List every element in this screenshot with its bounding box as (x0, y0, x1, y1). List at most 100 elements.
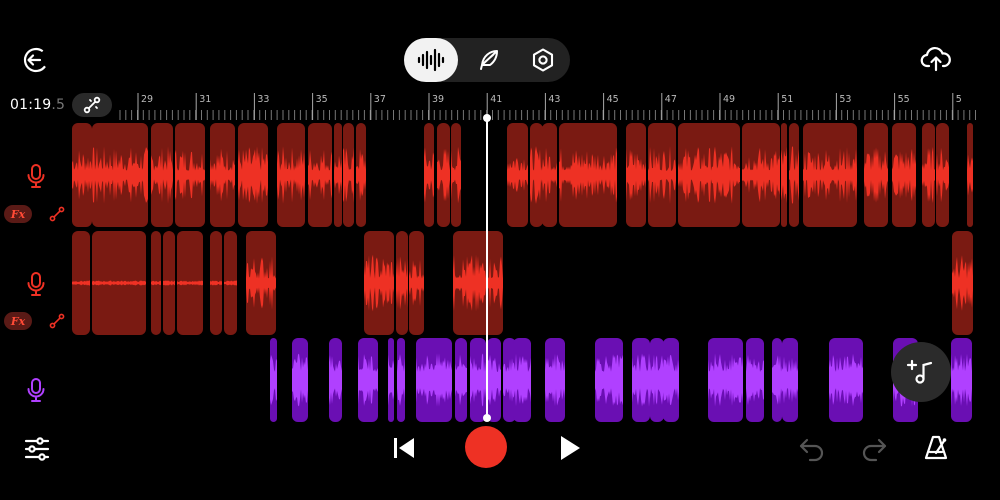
track-3-clip[interactable] (545, 338, 565, 422)
track-3-mic-button[interactable] (22, 376, 50, 404)
track-2-mic-button[interactable] (22, 270, 50, 298)
track-1-clip[interactable] (356, 123, 366, 227)
track-3-clip[interactable] (708, 338, 743, 422)
track-1-clip[interactable] (559, 123, 617, 227)
undo-button[interactable] (796, 434, 828, 464)
track-2-clip[interactable] (92, 231, 146, 335)
redo-button[interactable] (858, 434, 890, 464)
track-1-clip[interactable] (451, 123, 461, 227)
track-3-clip[interactable] (455, 338, 467, 422)
waveform-shape (364, 254, 394, 312)
track-2-fx-badge[interactable]: Fx (4, 312, 32, 330)
waveform (329, 355, 342, 405)
track-1-clip[interactable] (803, 123, 857, 227)
track-1-clip[interactable] (678, 123, 740, 227)
track-1-clip[interactable] (210, 123, 235, 227)
track-2-clip[interactable] (364, 231, 394, 335)
track-3-clip[interactable] (397, 338, 405, 422)
track-3-clip[interactable] (772, 338, 782, 422)
track-2-clip[interactable] (246, 231, 276, 335)
track-1-clip[interactable] (238, 123, 268, 227)
track-1-clip[interactable] (936, 123, 949, 227)
track-1-clip[interactable] (334, 123, 342, 227)
track-3-clip[interactable] (292, 338, 308, 422)
track-1-clip[interactable] (648, 123, 676, 227)
tab-waveform[interactable] (404, 38, 458, 82)
waveform (270, 354, 277, 406)
playhead-top-handle[interactable] (483, 114, 491, 122)
playhead[interactable] (483, 114, 491, 422)
track-3-clip[interactable] (746, 338, 764, 422)
skip-to-start-button[interactable] (388, 432, 420, 464)
add-music-button[interactable] (891, 342, 951, 402)
track-1-clip[interactable] (892, 123, 916, 227)
track-3-clip[interactable] (951, 338, 972, 422)
track-1-fx-badge[interactable]: Fx (4, 205, 32, 223)
track-2-link-button[interactable] (46, 310, 68, 332)
metronome-button[interactable] (920, 432, 952, 464)
track-1-clip[interactable] (507, 123, 528, 227)
cloud-upload-button[interactable] (918, 42, 954, 76)
tab-settings[interactable] (516, 38, 570, 82)
track-3-clip[interactable] (358, 338, 378, 422)
track-1-clip[interactable] (308, 123, 332, 227)
track-3-clip[interactable] (650, 338, 664, 422)
track-1-clip[interactable] (626, 123, 646, 227)
timeline-ruler[interactable]: 29 31 33 35 37 39 41 43 45 47 49 51 53 55 5 (118, 90, 978, 122)
track-1-clip[interactable] (277, 123, 305, 227)
track-1-clip[interactable] (789, 123, 799, 227)
record-button[interactable] (465, 426, 507, 468)
track-1-clip[interactable] (92, 123, 148, 227)
track-3-clip[interactable] (329, 338, 342, 422)
play-button[interactable] (554, 432, 586, 464)
track-2-clip[interactable] (210, 231, 222, 335)
waveform (397, 354, 405, 406)
track-1-link-button[interactable] (46, 203, 68, 225)
track-2-clip[interactable] (224, 231, 237, 335)
playhead-bottom-handle[interactable] (483, 414, 491, 422)
track-2-clip[interactable] (396, 231, 408, 335)
track-1-clip[interactable] (175, 123, 205, 227)
track-3-clip[interactable] (388, 338, 394, 422)
tab-feather[interactable] (462, 38, 516, 82)
track-1-clip[interactable] (542, 123, 557, 227)
waveform-shape (329, 355, 342, 405)
ruler-tick-label: 51 (781, 94, 794, 105)
add-music-note-icon (906, 359, 933, 384)
track-1-clip[interactable] (781, 123, 787, 227)
track-3-clip[interactable] (270, 338, 277, 422)
track-2-clip[interactable] (952, 231, 973, 335)
track-1-clip[interactable] (424, 123, 434, 227)
track-1-clip[interactable] (864, 123, 888, 227)
waveform-shape (356, 149, 366, 201)
link-toggle-button[interactable] (72, 93, 112, 117)
ruler-tick-label: 39 (432, 94, 445, 105)
track-3-clip[interactable] (782, 338, 798, 422)
track-3-clip[interactable] (595, 338, 623, 422)
track-1-clip[interactable] (72, 123, 92, 227)
track-1-mic-button[interactable] (22, 162, 50, 190)
track-1-clip[interactable] (151, 123, 173, 227)
track-3-clip[interactable] (829, 338, 863, 422)
track-3-clip[interactable] (470, 338, 486, 422)
track-3-clip[interactable] (416, 338, 452, 422)
track-1-clip[interactable] (437, 123, 450, 227)
mixer-settings-button[interactable] (20, 432, 54, 466)
ruler-tick-label: 43 (548, 94, 561, 105)
track-3-clip[interactable] (663, 338, 679, 422)
track-1-clip[interactable] (343, 123, 354, 227)
track-3-clip[interactable] (513, 338, 531, 422)
track-2-clip[interactable] (151, 231, 161, 335)
track-3-clip[interactable] (632, 338, 650, 422)
track-1-clip[interactable] (742, 123, 780, 227)
track-1-clip[interactable] (922, 123, 935, 227)
track-2-clip[interactable] (72, 231, 90, 335)
back-button[interactable] (20, 44, 52, 76)
track-1-clip[interactable] (967, 123, 973, 227)
track-3-clip[interactable] (487, 338, 501, 422)
track-2-clip[interactable] (453, 231, 503, 335)
ruler-tick-label: 29 (141, 94, 154, 105)
track-2-clip[interactable] (409, 231, 424, 335)
track-2-clip[interactable] (177, 231, 203, 335)
track-2-clip[interactable] (163, 231, 175, 335)
